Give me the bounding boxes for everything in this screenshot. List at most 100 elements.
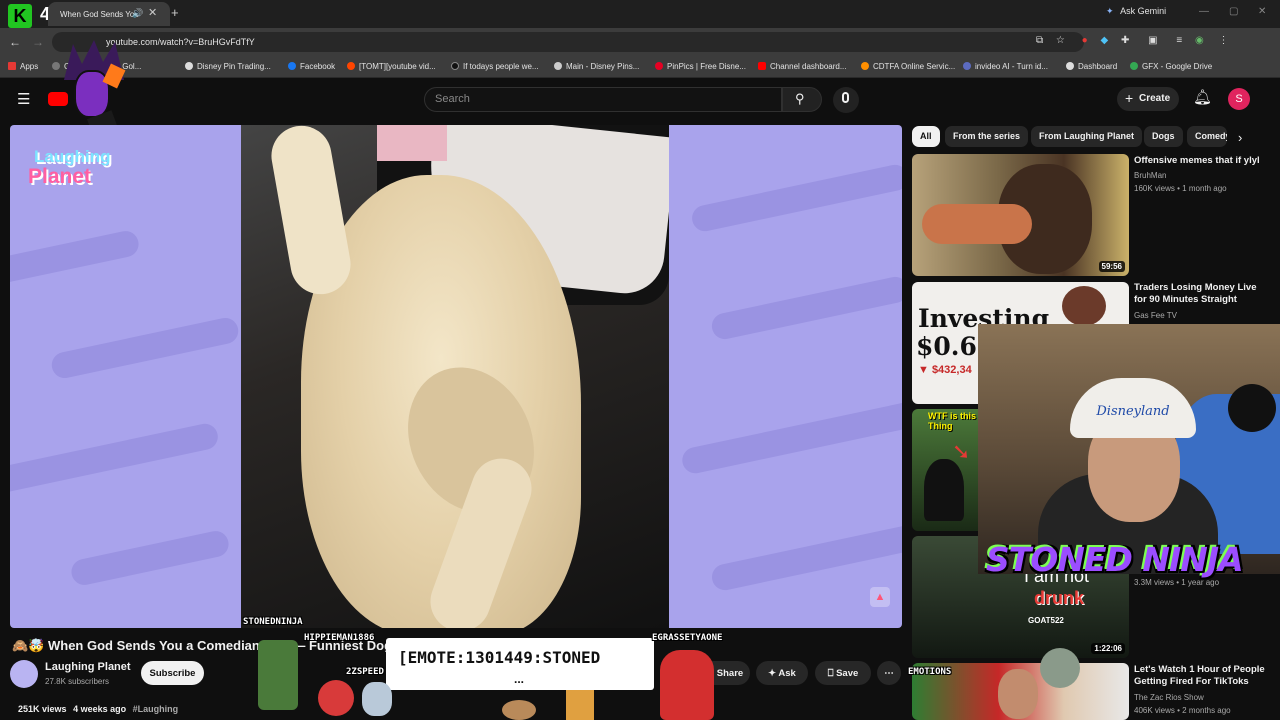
rec-thumbnail[interactable]: 59:56: [912, 154, 1129, 276]
save-button[interactable]: ⎕ Save: [815, 661, 871, 685]
notifications-icon[interactable]: 🔔︎: [1193, 88, 1212, 106]
video-duration: 1:22:06: [1091, 643, 1125, 654]
rec-meta: 406K views • 2 months ago: [1134, 706, 1231, 715]
pink-shirt: [377, 125, 447, 161]
extension-blue-icon[interactable]: ◆: [1101, 35, 1109, 46]
bookmark-favicon: [1066, 62, 1074, 70]
media-icon[interactable]: ≡: [1176, 35, 1182, 46]
chips-next-icon[interactable]: ›: [1238, 130, 1242, 145]
bookmark-item[interactable]: Apps: [8, 62, 38, 71]
bookmark-item[interactable]: CDTFA Online Servic...: [861, 62, 955, 71]
bookmark-item[interactable]: PinPics | Free Disne...: [655, 62, 746, 71]
audio-icon[interactable]: 🔊: [132, 8, 143, 19]
thumbnail-face: [998, 669, 1038, 719]
background-wave: [709, 523, 902, 593]
forward-icon[interactable]: →: [32, 35, 44, 49]
rec-title[interactable]: Traders Losing Money Live for 90 Minutes…: [1134, 282, 1269, 306]
bookmark-favicon: [52, 62, 60, 70]
bookmark-favicon: [185, 62, 193, 70]
bookmark-item[interactable]: [TOMT][youtube vid...: [347, 62, 436, 71]
pixel-sprite: [1040, 648, 1080, 688]
hamburger-menu-icon[interactable]: ☰: [17, 90, 30, 108]
extension-red-icon[interactable]: ●: [1082, 35, 1088, 46]
new-tab-icon[interactable]: +: [171, 5, 179, 20]
bookmarks-bar: Apps Comprehensive Gol... Disney Pin Tra…: [0, 56, 1280, 78]
rec-title[interactable]: Let's Watch 1 Hour of People Getting Fir…: [1134, 664, 1269, 688]
ask-gemini-button[interactable]: ✦ Ask Gemini: [1106, 6, 1166, 17]
bookmark-label: [TOMT][youtube vid...: [359, 62, 436, 71]
cast-icon[interactable]: ⧉: [1036, 35, 1043, 46]
emote-ellipsis: ...: [514, 672, 525, 686]
player-info-icon[interactable]: ▲: [870, 587, 890, 607]
create-button[interactable]: + Create: [1117, 87, 1179, 111]
bookmark-item[interactable]: Disney Pin Trading...: [185, 62, 271, 71]
browser-menu-icon[interactable]: ⋮: [1219, 35, 1229, 46]
rec-channel[interactable]: The Zac Rios Show: [1134, 693, 1204, 702]
apps-icon: [8, 62, 16, 70]
browser-tab-bar: K 4 When God Sends You 🔊 ✕ + ✦ Ask Gemin…: [0, 0, 1280, 28]
bookmark-item[interactable]: Dashboard: [1066, 62, 1117, 71]
tab-close-icon[interactable]: ✕: [148, 6, 157, 19]
chip-comedy[interactable]: Comedy: [1187, 126, 1227, 147]
extensions-puzzle-icon[interactable]: ✚: [1121, 35, 1129, 46]
thumbnail-text-change: ▼ $432,34: [918, 364, 972, 376]
rec-meta: 160K views • 1 month ago: [1134, 184, 1227, 193]
pixel-sprite: [502, 700, 536, 720]
chip-dogs[interactable]: Dogs: [1144, 126, 1183, 147]
bookmark-label: Apps: [20, 62, 39, 71]
back-icon[interactable]: ←: [9, 35, 21, 49]
mickey-ear: [1228, 384, 1276, 432]
more-actions-button[interactable]: ⋯: [877, 661, 901, 685]
plus-icon: +: [1125, 90, 1134, 106]
channel-avatar[interactable]: [10, 660, 38, 688]
ask-button[interactable]: ✦ Ask: [756, 661, 808, 685]
thumbnail-text-drunk: drunk: [1034, 588, 1085, 608]
subscribe-button[interactable]: Subscribe: [141, 661, 204, 685]
bookmark-item[interactable]: If todays people we...: [451, 62, 539, 71]
address-bar[interactable]: youtube.com/watch?v=BruHGvFdTfY: [52, 32, 1084, 52]
ask-gemini-label: Ask Gemini: [1120, 6, 1167, 16]
hashtag[interactable]: #Laughing: [133, 704, 179, 714]
background-wave: [69, 528, 231, 588]
view-count: 251K views: [18, 704, 67, 714]
search-button[interactable]: ⚲: [782, 87, 822, 112]
bookmark-label: GFX - Google Drive: [1142, 62, 1213, 71]
chip-all[interactable]: All: [912, 126, 940, 147]
rec-channel[interactable]: Gas Fee TV: [1134, 311, 1177, 320]
account-avatar[interactable]: S: [1228, 88, 1250, 110]
minimize-icon[interactable]: —: [1199, 6, 1209, 17]
voice-search-button[interactable]: [833, 87, 859, 113]
subscribe-label: Subscribe: [149, 668, 196, 679]
rec-channel[interactable]: BruhMan: [1134, 171, 1166, 180]
pixel-sprite: [566, 690, 594, 720]
video-description-meta[interactable]: 251K views 4 weeks ago #Laughing: [18, 704, 178, 714]
streamer-webcam: Disneyland: [978, 324, 1280, 574]
bookmark-item[interactable]: invideo AI - Turn id...: [963, 62, 1048, 71]
maximize-icon[interactable]: ▢: [1229, 6, 1238, 17]
window-close-icon[interactable]: ✕: [1258, 6, 1266, 17]
pixel-sprite: [362, 682, 392, 716]
bookmark-label: Dashboard: [1078, 62, 1118, 71]
bookmark-item[interactable]: GFX - Google Drive: [1130, 62, 1212, 71]
sidepanel-icon[interactable]: ▣: [1148, 35, 1157, 46]
microphone-icon: [842, 92, 849, 103]
thumbnail-fist: [922, 204, 1032, 244]
background-wave: [10, 421, 221, 495]
search-input[interactable]: Search: [424, 87, 782, 112]
bookmark-item[interactable]: Facebook: [288, 62, 335, 71]
facebook-icon: [288, 62, 296, 70]
bookmark-item[interactable]: Main - Disney Pins...: [554, 62, 639, 71]
rec-meta: 3.3M views • 1 year ago: [1134, 578, 1220, 587]
chat-username: EGRASSETYAONE: [652, 633, 723, 643]
bookmark-item[interactable]: Channel dashboard...: [758, 62, 847, 71]
pixel-sprite: [318, 680, 354, 716]
chip-from-laughing-planet[interactable]: From Laughing Planet: [1031, 126, 1143, 147]
rec-title[interactable]: Offensive memes that if ylyl: [1134, 155, 1269, 167]
emote-popup: [EMOTE:1301449:STONED ...: [386, 638, 654, 690]
tiktok-icon: [451, 62, 459, 70]
thumbnail-figure: [924, 459, 964, 521]
profile-icon[interactable]: ◉: [1195, 35, 1204, 46]
channel-name[interactable]: Laughing Planet: [45, 661, 131, 673]
chip-from-series[interactable]: From the series: [945, 126, 1029, 147]
bookmark-star-icon[interactable]: ☆: [1056, 35, 1065, 46]
